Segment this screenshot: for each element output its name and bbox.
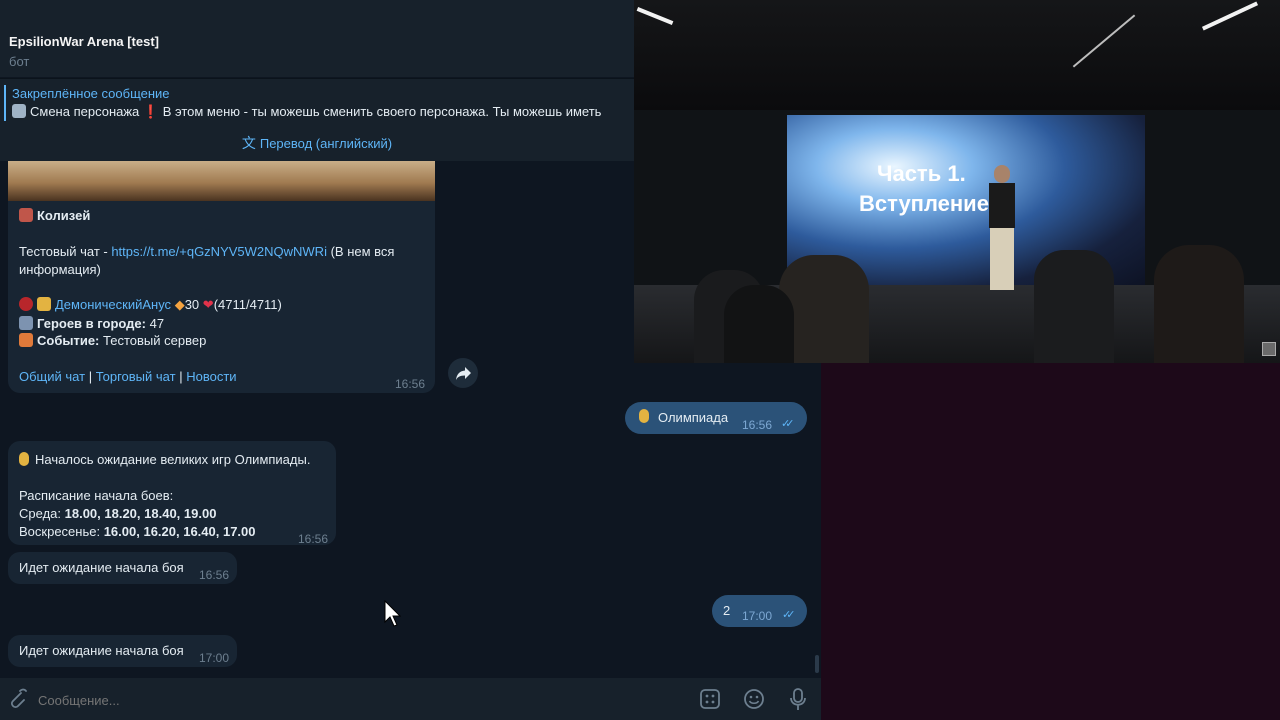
window-titlebar [0, 0, 634, 24]
medal-icon [639, 409, 649, 423]
test-chat-prefix: Тестовый чат - [19, 244, 112, 259]
translate-bar[interactable]: 文 Перевод (английский) [0, 127, 634, 161]
message-wait-1[interactable]: Идет ожидание начала боя 16:56 [8, 552, 237, 584]
heart-icon: ❤ [202, 297, 214, 312]
slide-line-2: Вступление. [859, 191, 996, 216]
heroes-row: Героев в городе: 47 [19, 315, 164, 333]
bot-commands-icon[interactable] [699, 688, 721, 710]
link-separator: | [88, 369, 93, 384]
message-time: 16:56 [395, 377, 426, 391]
link-trade-chat[interactable]: Торговый чат [96, 369, 176, 384]
heroes-value: 47 [149, 316, 165, 331]
link-general-chat[interactable]: Общий чат [19, 369, 85, 384]
message-coliseum[interactable]: Колизей Тестовый чат - https://t.me/+qGz… [8, 161, 435, 393]
message-text: Идет ожидание начала боя [19, 560, 184, 575]
message-text: Олимпиада [658, 410, 729, 425]
crown-icon [37, 297, 51, 311]
emoji-icon[interactable] [743, 688, 765, 710]
message-time: 17:00 [199, 651, 230, 665]
event-icon [19, 333, 33, 347]
people-icon [19, 316, 33, 330]
chat-title: EpsilionWar Arena [test] [9, 34, 160, 49]
stage-ceiling [634, 0, 1280, 120]
links-row: Общий чат | Торговый чат | Новости [19, 368, 237, 386]
message-text: Идет ожидание начала боя [19, 643, 184, 658]
translate-icon: 文 [241, 135, 256, 151]
link-separator: | [179, 369, 183, 384]
pinned-message[interactable]: Закреплённое сообщение Смена персонажа ❗… [0, 78, 634, 127]
pinned-title: Закреплённое сообщение [12, 86, 170, 101]
schedule-wednesday-value: 18.00, 18.20, 18.40, 19.00 [64, 506, 217, 521]
pinned-text-row: Смена персонажа ❗ В этом меню - ты можеш… [12, 104, 601, 120]
message-image [8, 161, 435, 201]
heroes-label: Героев в городе: [37, 316, 146, 331]
player-name[interactable]: ДемоническийАнус [55, 297, 171, 312]
schedule-wednesday-label: Среда: [19, 506, 61, 521]
message-olympiad[interactable]: Началось ожидание великих игр Олимпиады.… [8, 441, 336, 546]
event-value: Тестовый сервер [103, 333, 207, 348]
message-input-bar [0, 678, 821, 720]
translate-label: Перевод (английский) [259, 136, 393, 151]
message-time: 16:56 [298, 532, 329, 546]
olympiad-line3: Среда: 18.00, 18.20, 18.40, 19.00 [19, 505, 216, 523]
diamond-icon: ◆ [174, 297, 185, 312]
pinned-accent-bar [4, 85, 6, 121]
test-chat-link[interactable]: https://t.me/+qGzNYV5W2NQwNWRi [111, 244, 327, 259]
coliseum-title-row: Колизей [19, 207, 90, 225]
paperclip-icon[interactable] [7, 688, 27, 710]
person-icon [12, 104, 26, 118]
pinned-text: Смена персонажа ❗ В этом меню - ты можеш… [30, 104, 602, 119]
olympiad-line1-row: Началось ожидание великих игр Олимпиады. [19, 451, 310, 469]
medal-icon [19, 452, 29, 466]
message-wait-2[interactable]: Идет ожидание начала боя 17:00 [8, 635, 237, 667]
message-time: 16:56 [199, 568, 230, 582]
forward-button[interactable] [448, 358, 478, 388]
scrollbar-thumb[interactable] [815, 655, 819, 673]
olympiad-line2: Расписание начала боев: [19, 488, 174, 503]
audience-head [1034, 250, 1114, 363]
background-panel [821, 363, 1280, 720]
read-checks-icon: ✓✓ [781, 418, 795, 430]
read-checks-icon: ✓✓ [782, 609, 796, 621]
test-chat-text: Тестовый чат - https://t.me/+qGzNYV5W2NQ… [19, 243, 419, 279]
message-text: 2 [723, 603, 731, 618]
olympiad-line1: Началось ожидание великих игр Олимпиады. [35, 452, 311, 467]
message-out-olympiad[interactable]: Олимпиада 16:56 ✓✓ [625, 402, 807, 434]
speaker-figure [984, 165, 1020, 295]
event-label: Событие: [37, 333, 100, 348]
coliseum-icon [19, 208, 33, 222]
microphone-icon[interactable] [788, 687, 808, 711]
player-hp: (4711/4711) [213, 297, 282, 312]
message-time: 16:56 [742, 418, 773, 432]
player-level: 30 [184, 297, 200, 312]
forward-icon [456, 367, 471, 380]
video-corner-icon[interactable] [1262, 342, 1276, 356]
audience-head [724, 285, 794, 363]
mouse-cursor-icon [384, 600, 402, 627]
event-row: Событие: Тестовый сервер [19, 332, 206, 350]
audience-head [1154, 245, 1244, 363]
schedule-sunday-value: 16.00, 16.20, 16.40, 17.00 [103, 524, 256, 539]
video-player[interactable]: Часть 1. Вступление. [634, 0, 1280, 363]
chat-subtitle: бот [9, 54, 30, 69]
olympiad-line4: Воскресенье: 16.00, 16.20, 16.40, 17.00 [19, 523, 256, 541]
link-news[interactable]: Новости [186, 369, 236, 384]
coliseum-title: Колизей [37, 208, 91, 223]
chat-header[interactable]: EpsilionWar Arena [test] бот [0, 24, 634, 77]
message-time: 17:00 [742, 609, 773, 623]
message-out-2[interactable]: 2 17:00 ✓✓ [712, 595, 807, 627]
message-input[interactable] [36, 689, 660, 711]
slide-line-1: Часть 1. [877, 161, 966, 186]
lips-icon [19, 297, 33, 311]
player-row: ДемоническийАнус ◆30 ❤(4711/4711) [19, 296, 282, 314]
schedule-sunday-label: Воскресенье: [19, 524, 101, 539]
